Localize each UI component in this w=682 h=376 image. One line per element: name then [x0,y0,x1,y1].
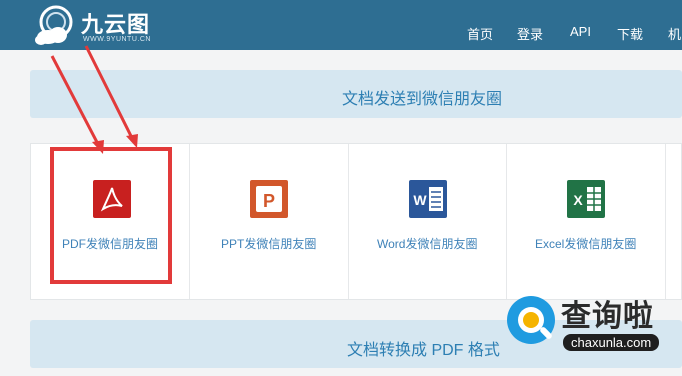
section-title-convert: 文档转换成 PDF 格式 [347,342,500,359]
magnifier-logo-icon [507,296,555,344]
arrowhead-right-icon [126,134,138,148]
watermark-domain: chaxunla.com [563,334,660,351]
watermark: 查询啦 chaxunla.com [503,288,682,358]
annotation-arrow-right [84,45,136,143]
arrowhead-left-icon [92,140,104,154]
annotation-arrow-left [50,55,102,149]
watermark-text: 查询啦 [561,300,654,333]
